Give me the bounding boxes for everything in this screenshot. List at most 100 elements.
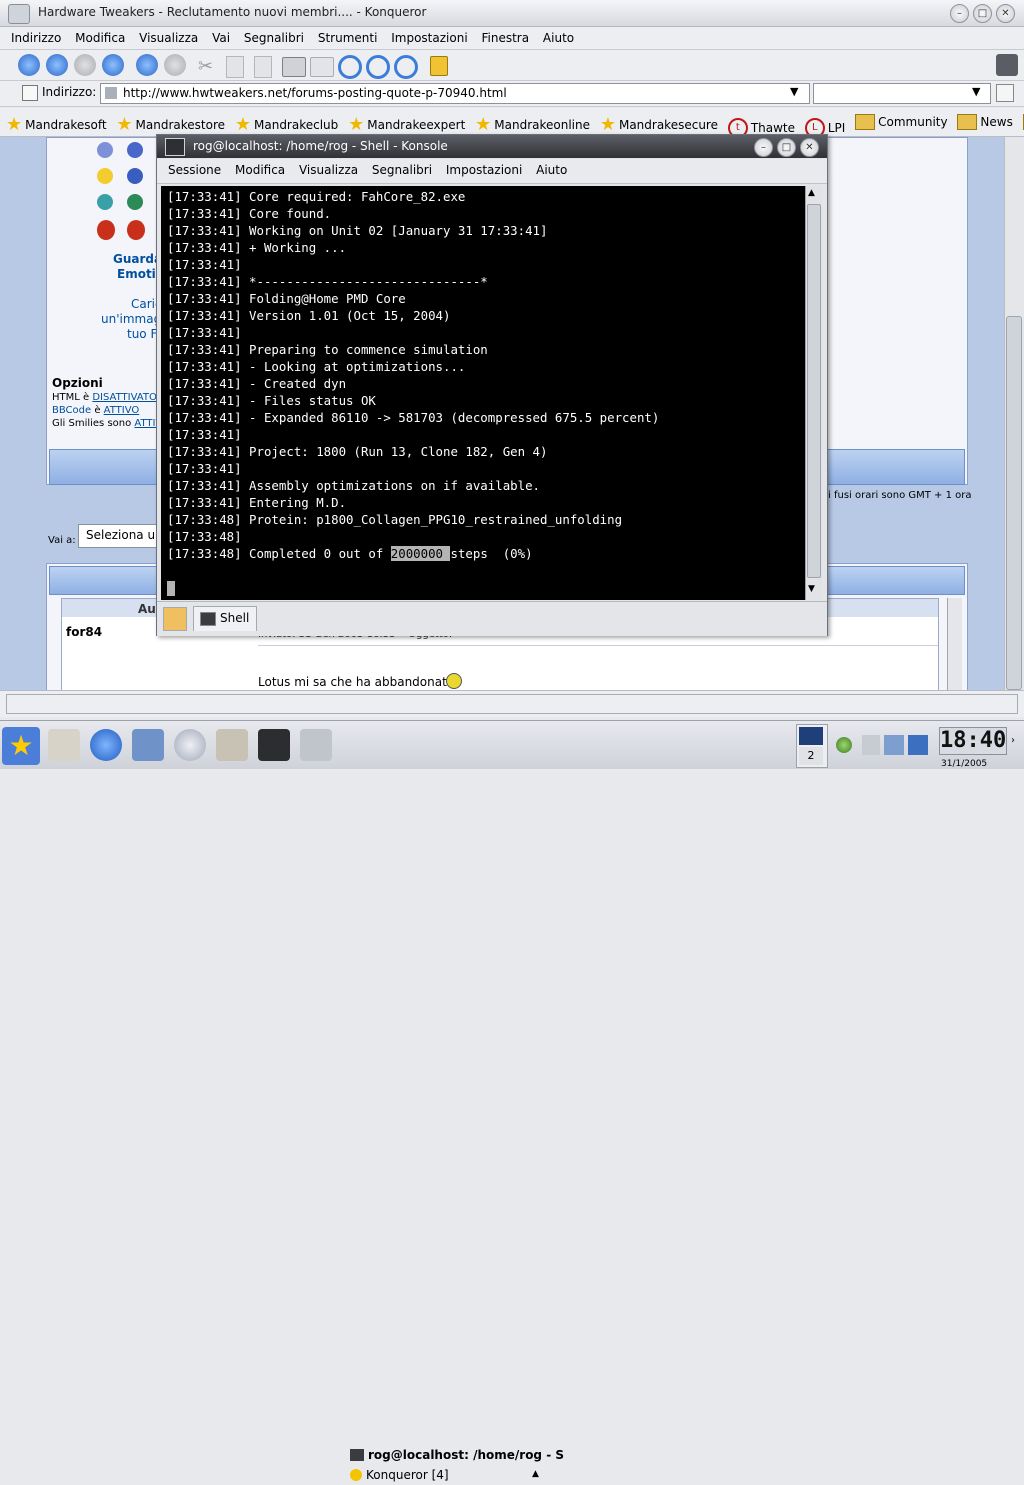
audio-player-icon[interactable] <box>300 729 332 761</box>
star-icon: ★ <box>234 114 251 135</box>
close-button[interactable]: ✕ <box>996 4 1015 23</box>
bookmark-folder-news[interactable]: News <box>957 108 1013 136</box>
pager-desktop-2[interactable]: 2 <box>799 747 823 765</box>
reload-icon[interactable] <box>136 54 158 76</box>
smiley-icon[interactable] <box>127 194 143 210</box>
minimize-button[interactable]: – <box>950 4 969 23</box>
taskbar-item-konqueror[interactable]: Konqueror [4] ▲ <box>346 1466 544 1485</box>
smiley-icon[interactable] <box>97 168 113 184</box>
klipper-tray-icon[interactable] <box>884 735 904 755</box>
menu-segnalibri[interactable]: Segnalibri <box>239 27 309 49</box>
smiley-icon[interactable] <box>97 194 113 210</box>
help-compass-icon[interactable] <box>174 729 206 761</box>
goto-label: Vai a: <box>48 535 76 546</box>
search-input[interactable] <box>813 83 991 104</box>
find-icon[interactable] <box>338 55 362 79</box>
terminal-line-progress: [17:33:48] Completed 0 out of 2000000 st… <box>167 546 533 561</box>
terminal-icon[interactable] <box>165 138 185 156</box>
url-dropdown-icon[interactable]: ▼ <box>790 85 798 98</box>
menu-visualizza[interactable]: Visualizza <box>134 27 203 49</box>
gear-icon[interactable] <box>996 54 1018 76</box>
page-scrollbar-thumb[interactable] <box>1006 316 1022 690</box>
konsole-minimize-button[interactable]: – <box>754 138 773 157</box>
smiley-icon <box>446 673 462 689</box>
menu-impostazioni[interactable]: Impostazioni <box>441 159 527 181</box>
konqueror-toolbar: ✂ <box>0 50 1024 81</box>
forward-arrow-icon[interactable] <box>46 54 68 76</box>
menu-finestra[interactable]: Finestra <box>476 27 534 49</box>
menu-strumenti[interactable]: Strumenti <box>313 27 383 49</box>
clear-location-icon[interactable] <box>22 85 38 101</box>
gimp-icon[interactable] <box>216 729 248 761</box>
bookmark-mandrakesoft[interactable]: ★ Mandrakesoft <box>6 111 107 136</box>
new-session-icon[interactable] <box>163 607 187 631</box>
search-go-icon[interactable] <box>996 84 1014 102</box>
copy-icon[interactable] <box>226 56 244 78</box>
back-arrow-icon[interactable] <box>18 54 40 76</box>
upload-text-line: tuo F <box>127 327 158 341</box>
menu-vai[interactable]: Vai <box>207 27 235 49</box>
pager-desktop-1[interactable] <box>799 727 823 745</box>
desktop-pager[interactable]: 2 <box>796 724 828 768</box>
bbcode-status-link[interactable]: ATTIVO <box>104 405 140 416</box>
konqueror-globe-icon[interactable] <box>90 729 122 761</box>
print-icon[interactable] <box>282 57 306 77</box>
selected-text[interactable]: 2000000 <box>390 546 451 561</box>
konsole-icon[interactable] <box>258 729 290 761</box>
menu-sessione[interactable]: Sessione <box>163 159 226 181</box>
konqueror-window-icon[interactable] <box>8 4 30 24</box>
cut-icon[interactable]: ✂ <box>198 56 218 77</box>
taskbar-item-konsole[interactable]: rog@localhost: /home/rog - S <box>346 1446 564 1465</box>
devil-smiley-icon[interactable] <box>127 220 145 240</box>
network-tray-icon[interactable] <box>836 737 852 753</box>
search-dropdown-icon[interactable]: ▼ <box>972 85 980 98</box>
smiley-icon[interactable] <box>127 168 143 184</box>
maximize-button[interactable]: □ <box>973 4 992 23</box>
devil-smiley-icon[interactable] <box>97 220 115 240</box>
terminal-scroll-thumb[interactable] <box>807 204 821 578</box>
scroll-down-icon[interactable]: ▼ <box>808 584 815 594</box>
terminal-line: [17:33:41] Version 1.01 (Oct 15, 2004) <box>167 308 451 323</box>
zoom-in-icon[interactable] <box>366 55 390 79</box>
stop-icon[interactable] <box>164 54 186 76</box>
smiley-icon[interactable] <box>97 142 113 158</box>
review-scrollbar[interactable] <box>947 598 962 690</box>
view-emoticons-link[interactable]: Guarda <box>113 252 162 266</box>
zoom-out-icon[interactable] <box>394 55 418 79</box>
smiley-icon[interactable] <box>127 142 143 158</box>
menu-aiuto[interactable]: Aiuto <box>538 27 579 49</box>
menu-segnalibri[interactable]: Segnalibri <box>367 159 437 181</box>
group-dropdown-icon[interactable]: ▲ <box>532 1469 539 1479</box>
terminal-output[interactable]: [17:33:41] Core required: FahCore_82.exe… <box>161 186 805 600</box>
konsole-maximize-button[interactable]: □ <box>777 138 796 157</box>
display-tray-icon[interactable] <box>908 735 928 755</box>
home-icon[interactable] <box>102 54 124 76</box>
html-status-link[interactable]: DISATTIVATO <box>92 392 156 403</box>
knotes-icon[interactable] <box>48 729 80 761</box>
up-arrow-icon[interactable] <box>74 54 96 76</box>
bookmark-folder-community[interactable]: Community <box>855 108 948 136</box>
terminal-scrollbar[interactable]: ▲ ▼ <box>805 186 822 600</box>
bookmarks-toolbar: ★ Mandrakesoft ★ Mandrakestore ★ Mandrakecl… <box>0 108 1024 137</box>
menu-impostazioni[interactable]: Impostazioni <box>386 27 472 49</box>
lock-icon[interactable] <box>430 56 448 76</box>
digital-clock[interactable]: 18:40 <box>939 727 1007 755</box>
kmenu-star-icon[interactable]: ★ <box>2 727 40 765</box>
menu-aiuto[interactable]: Aiuto <box>531 159 572 181</box>
menu-modifica[interactable]: Modifica <box>230 159 290 181</box>
volume-tray-icon[interactable] <box>862 735 880 755</box>
tab-shell[interactable]: Shell <box>193 606 257 631</box>
paste-icon[interactable] <box>254 56 272 78</box>
menu-visualizza[interactable]: Visualizza <box>294 159 363 181</box>
bbcode-link[interactable]: BBCode <box>52 405 91 416</box>
konsole-close-button[interactable]: ✕ <box>800 138 819 157</box>
html-option: HTML è DISATTIVATO <box>52 392 157 403</box>
menu-indirizzo[interactable]: Indirizzo <box>6 27 66 49</box>
tab-shell-label: Shell <box>220 611 250 625</box>
panel-hide-arrow-icon[interactable]: › <box>1011 735 1015 746</box>
control-center-icon[interactable] <box>132 729 164 761</box>
scroll-up-icon[interactable]: ▲ <box>808 188 815 198</box>
menu-modifica[interactable]: Modifica <box>70 27 130 49</box>
print-preview-icon[interactable] <box>310 57 334 77</box>
url-input[interactable]: http://www.hwtweakers.net/forums-posting… <box>100 83 810 104</box>
